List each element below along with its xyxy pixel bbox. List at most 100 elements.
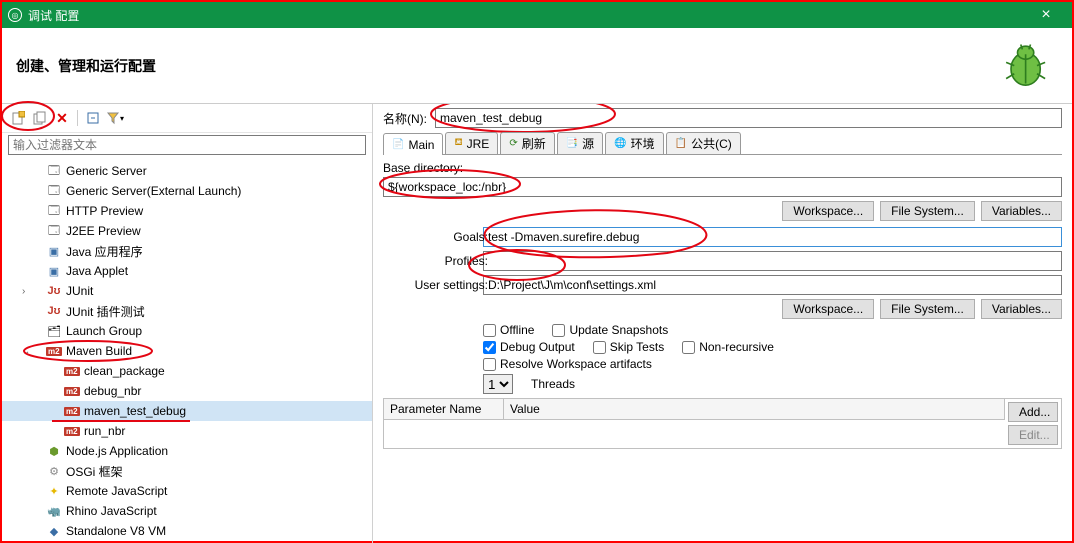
goals-input[interactable] — [483, 227, 1062, 247]
offline-checkbox[interactable]: Offline — [483, 323, 534, 337]
tabs-bar: 📄Main ⛾JRE ⟳刷新 📑源 🌐环境 📋公共(C) — [383, 132, 1062, 155]
srv-icon: 🗔 — [46, 202, 62, 221]
tree-item-label: maven_test_debug — [84, 404, 186, 418]
update-snapshots-checkbox[interactable]: Update Snapshots — [552, 323, 668, 337]
edit-param-button[interactable]: Edit... — [1008, 425, 1058, 445]
right-panel: 名称(N): 📄Main ⛾JRE ⟳刷新 📑源 🌐环境 📋公共(C) Base… — [373, 104, 1072, 543]
separator — [77, 110, 78, 126]
debug-output-checkbox[interactable]: Debug Output — [483, 340, 575, 354]
left-panel: ✕ ▾ 🗔 Generic Server 🗔Generic Server(Exter… — [2, 104, 373, 543]
tree-item[interactable]: ▣ Java 应用程序 — [2, 241, 372, 261]
srv-icon: 🗔 — [46, 222, 62, 241]
refresh-icon: ⟳ — [509, 138, 517, 149]
usersettings-input[interactable] — [483, 275, 1062, 295]
workspace-button-2[interactable]: Workspace... — [782, 299, 874, 319]
tab-source[interactable]: 📑源 — [557, 132, 603, 154]
threads-label: Threads — [531, 377, 575, 391]
tree-item-label: Generic Server — [66, 164, 147, 178]
jav-icon: ▣ — [46, 265, 62, 278]
m2-icon: m2 — [46, 345, 62, 357]
resolve-workspace-checkbox[interactable]: Resolve Workspace artifacts — [483, 357, 652, 371]
tab-environment[interactable]: 🌐环境 — [605, 132, 663, 154]
config-toolbar: ✕ ▾ — [2, 104, 372, 133]
source-icon: 📑 — [566, 138, 578, 149]
filter-icon[interactable]: ▾ — [105, 108, 125, 128]
skip-tests-checkbox[interactable]: Skip Tests — [593, 340, 664, 354]
tab-jre[interactable]: ⛾JRE — [445, 132, 498, 154]
lg-icon: 🗂 — [46, 325, 62, 338]
params-body[interactable] — [384, 420, 1005, 448]
m2-icon: m2 — [64, 385, 80, 397]
tree-item[interactable]: m2 maven_test_debug — [2, 401, 372, 421]
filter-input[interactable] — [8, 135, 366, 155]
tab-main[interactable]: 📄Main — [383, 133, 443, 155]
srv-icon: 🗔 — [46, 162, 62, 181]
tree-item-label: JUnit — [66, 284, 93, 298]
duplicate-config-icon[interactable] — [30, 108, 50, 128]
debug-bug-icon — [998, 38, 1050, 93]
v8-icon: ◆ — [46, 525, 62, 538]
filesystem-button-2[interactable]: File System... — [880, 299, 975, 319]
tree-item[interactable]: JʊJUnit 插件测试 — [2, 301, 372, 321]
tree-item[interactable]: 🗔HTTP Preview — [2, 201, 372, 221]
tree-item[interactable]: 🗔 J2EE Preview — [2, 221, 372, 241]
dialog-subtitle: 创建、管理和运行配置 — [16, 56, 156, 76]
config-tree[interactable]: 🗔 Generic Server 🗔Generic Server(External … — [2, 159, 372, 543]
params-table: Parameter Name Value Add... Edit... — [383, 398, 1062, 449]
threads-select[interactable]: 1 — [483, 374, 513, 394]
rjs-icon: ✦ — [46, 485, 62, 498]
profiles-label: Profiles: — [393, 254, 488, 268]
tab-refresh[interactable]: ⟳刷新 — [500, 132, 554, 154]
close-button[interactable]: × — [1026, 6, 1066, 24]
variables-button-2[interactable]: Variables... — [981, 299, 1062, 319]
tree-item[interactable]: m2debug_nbr — [2, 381, 372, 401]
ju-icon: Jʊ — [46, 285, 62, 297]
m2-icon: m2 — [64, 425, 80, 437]
non-recursive-checkbox[interactable]: Non-recursive — [682, 340, 774, 354]
tree-item[interactable]: m2clean_package — [2, 361, 372, 381]
jav-icon: ▣ — [46, 245, 62, 258]
tree-item-label: Remote JavaScript — [66, 484, 167, 498]
common-icon: 📋 — [675, 138, 687, 149]
filesystem-button-1[interactable]: File System... — [880, 201, 975, 221]
add-param-button[interactable]: Add... — [1008, 402, 1058, 422]
jre-icon: ⛾ — [454, 137, 462, 150]
jup-icon: Jʊ — [46, 305, 62, 317]
tree-item[interactable]: ⌄m2Maven Build — [2, 341, 372, 361]
tree-item[interactable]: m2run_nbr — [2, 421, 372, 441]
tree-item[interactable]: 🗔Generic Server(External Launch) — [2, 181, 372, 201]
tree-item[interactable]: ›JʊJUnit — [2, 281, 372, 301]
tree-item[interactable]: ⬢Node.js Application — [2, 441, 372, 461]
tree-item[interactable]: 🗔 Generic Server — [2, 161, 372, 181]
variables-button-1[interactable]: Variables... — [981, 201, 1062, 221]
m2-icon: m2 — [64, 405, 80, 417]
njs-icon: ⬢ — [46, 445, 62, 458]
rhi-icon: 🦏 — [46, 505, 62, 518]
tree-item-label: Java 应用程序 — [66, 243, 143, 260]
name-label: 名称(N): — [383, 110, 427, 127]
tree-item[interactable]: ✦ Remote JavaScript — [2, 481, 372, 501]
tree-item-label: J2EE Preview — [66, 224, 141, 238]
tree-item[interactable]: ⚙OSGi 框架 — [2, 461, 372, 481]
new-config-icon[interactable] — [8, 108, 28, 128]
tree-item[interactable]: ◆ Standalone V8 VM — [2, 521, 372, 541]
config-name-input[interactable] — [435, 108, 1062, 128]
tree-item-label: Java Applet — [66, 264, 128, 278]
tab-common[interactable]: 📋公共(C) — [666, 132, 741, 154]
eclipse-icon: ◎ — [8, 8, 22, 22]
tree-item-label: Standalone V8 VM — [66, 524, 166, 538]
tree-item[interactable]: 🦏Rhino JavaScript — [2, 501, 372, 521]
collapse-all-icon[interactable] — [83, 108, 103, 128]
delete-config-icon[interactable]: ✕ — [52, 108, 72, 128]
workspace-button-1[interactable]: Workspace... — [782, 201, 874, 221]
srv-icon: 🗔 — [46, 182, 62, 201]
tree-item-label: Launch Group — [66, 324, 142, 338]
profiles-input[interactable] — [483, 251, 1062, 271]
tree-item[interactable]: 🗂 Launch Group — [2, 321, 372, 341]
col-param-name: Parameter Name — [384, 399, 504, 419]
base-dir-input[interactable] — [383, 177, 1062, 197]
tree-item[interactable]: ▣ Java Applet — [2, 261, 372, 281]
osgi-icon: ⚙ — [46, 465, 62, 478]
dialog-header: 创建、管理和运行配置 — [2, 28, 1072, 104]
doc-icon: 📄 — [392, 139, 404, 150]
